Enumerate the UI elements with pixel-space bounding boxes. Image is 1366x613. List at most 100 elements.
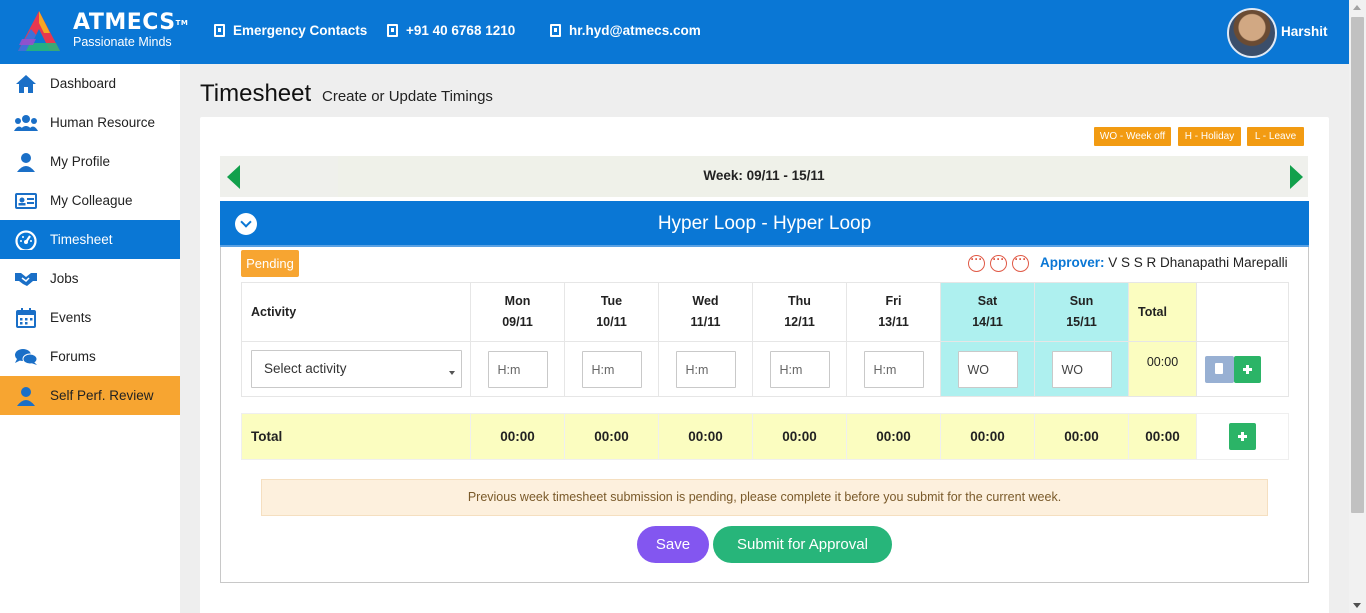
sidebar-item-label: Self Perf. Review [50, 388, 154, 403]
id-card-icon [14, 191, 38, 211]
activity-column-header: Activity [241, 282, 471, 342]
handshake-icon [14, 269, 38, 289]
sidebar-item-forums[interactable]: Forums [0, 337, 180, 376]
approval-step-icon[interactable] [968, 252, 985, 272]
pending-warning-alert: Previous week timesheet submission is pe… [261, 479, 1268, 516]
vertical-scrollbar[interactable] [1349, 0, 1366, 613]
activity-select-value: Select activity [264, 361, 347, 376]
sidebar-item-human-resource[interactable]: Human Resource [0, 103, 180, 142]
add-activity-button[interactable] [1229, 423, 1256, 450]
time-cell: H:m [846, 341, 941, 397]
project-title: Hyper Loop - Hyper Loop [657, 213, 872, 234]
calendar-icon [14, 307, 38, 328]
top-header: ATMECSTM Passionate Minds Emergency Cont… [0, 0, 1349, 64]
total-column-header: Total [1128, 282, 1197, 342]
actions-column-header [1196, 282, 1289, 342]
email-address: hr.hyd@atmecs.com [569, 23, 701, 38]
page-title: Timesheet [200, 80, 312, 107]
totals-row: Total 00:00 00:00 00:00 00:00 00:00 00:0… [241, 413, 1289, 460]
day-column-header: Fri 13/11 [846, 282, 941, 342]
sidebar-item-events[interactable]: Events [0, 298, 180, 337]
phone-contact[interactable]: +91 40 6768 1210 [387, 23, 515, 38]
sidebar-item-label: My Colleague [50, 193, 133, 208]
project-header[interactable]: Hyper Loop - Hyper Loop [220, 201, 1309, 245]
activity-select[interactable]: Select activity [251, 350, 462, 388]
timesheet-table: Activity Mon 09/11 Tue 10/11 Wed 11/11 Thu 1… [241, 282, 1289, 397]
add-row-button[interactable] [1234, 355, 1261, 383]
day-total: 00:00 [846, 413, 941, 460]
brand[interactable]: ATMECSTM Passionate Minds [73, 10, 188, 50]
time-input-fri[interactable]: H:m [863, 350, 924, 388]
contact-book-icon [387, 24, 398, 37]
approver-label: Approver: [1040, 255, 1105, 270]
day-column-header: Tue 10/11 [564, 282, 659, 342]
approver-info: Approver: V S S R Dhanapathi Marepalli [1040, 255, 1288, 270]
time-input-sat[interactable]: WO [957, 350, 1018, 388]
day-column-header-weekend: Sun 15/11 [1034, 282, 1129, 342]
day-total: 00:00 [658, 413, 753, 460]
day-column-header: Mon 09/11 [470, 282, 565, 342]
user-name[interactable]: Harshit [1281, 24, 1328, 39]
day-total: 00:00 [470, 413, 565, 460]
day-total: 00:00 [752, 413, 847, 460]
approver-name: V S S R Dhanapathi Marepalli [1108, 255, 1288, 270]
row-actions [1196, 341, 1289, 397]
email-contact[interactable]: hr.hyd@atmecs.com [550, 23, 701, 38]
phone-number: +91 40 6768 1210 [406, 23, 516, 38]
sidebar-item-label: Events [50, 310, 92, 325]
totals-actions [1196, 413, 1289, 460]
legend-leave: L - Leave [1247, 127, 1304, 146]
approval-step-icon[interactable] [990, 252, 1007, 272]
home-icon [14, 74, 38, 94]
time-cell: H:m [658, 341, 753, 397]
time-cell: H:m [470, 341, 565, 397]
grand-total: 00:00 [1128, 413, 1197, 460]
user-icon [14, 386, 38, 406]
user-icon [14, 152, 38, 172]
contact-book-icon [214, 24, 225, 37]
sidebar-item-label: Human Resource [50, 115, 156, 130]
time-input-wed[interactable]: H:m [675, 350, 736, 388]
day-total: 00:00 [564, 413, 659, 460]
time-input-tue[interactable]: H:m [581, 350, 642, 388]
time-cell: H:m [752, 341, 847, 397]
emergency-contacts-link[interactable]: Emergency Contacts [214, 23, 367, 38]
sidebar-item-label: Dashboard [50, 76, 117, 91]
page-subtitle: Create or Update Timings [322, 88, 493, 105]
contact-book-icon [550, 24, 561, 37]
sidebar-item-label: Timesheet [50, 232, 113, 247]
time-input-sun[interactable]: WO [1051, 350, 1112, 388]
sidebar-item-label: My Profile [50, 154, 111, 169]
day-total: 00:00 [940, 413, 1035, 460]
sidebar: Dashboard Human Resource My Profile My C… [0, 64, 180, 613]
save-button[interactable]: Save [637, 526, 709, 563]
time-input-mon[interactable]: H:m [487, 350, 548, 388]
dropdown-caret-icon [449, 371, 455, 375]
scroll-up-arrow-icon[interactable] [1353, 5, 1361, 10]
comments-icon [14, 347, 38, 367]
sidebar-item-jobs[interactable]: Jobs [0, 259, 180, 298]
sidebar-item-label: Forums [50, 349, 96, 364]
divider [220, 245, 1309, 247]
users-icon [14, 113, 38, 133]
sidebar-item-my-profile[interactable]: My Profile [0, 142, 180, 181]
user-avatar[interactable] [1227, 8, 1277, 58]
day-total: 00:00 [1034, 413, 1129, 460]
notes-document-button[interactable] [1205, 355, 1234, 383]
scrollbar-thumb[interactable] [1351, 17, 1364, 513]
sidebar-item-self-perf-review[interactable]: Self Perf. Review [0, 376, 180, 415]
atmecs-logo-icon[interactable] [16, 9, 62, 55]
brand-name: ATMECS [73, 10, 176, 35]
time-cell-weekend: WO [1034, 341, 1129, 397]
status-badge: Pending [241, 250, 299, 277]
sidebar-item-timesheet[interactable]: Timesheet [0, 220, 180, 259]
legend-week-off: WO - Week off [1094, 127, 1171, 146]
time-input-thu[interactable]: H:m [769, 350, 830, 388]
sidebar-item-dashboard[interactable]: Dashboard [0, 64, 180, 103]
scroll-down-arrow-icon[interactable] [1353, 603, 1361, 608]
day-column-header: Thu 12/11 [752, 282, 847, 342]
submit-for-approval-button[interactable]: Submit for Approval [713, 526, 892, 563]
approval-step-icon[interactable] [1012, 252, 1029, 272]
sidebar-item-my-colleague[interactable]: My Colleague [0, 181, 180, 220]
row-total: 00:00 [1128, 341, 1197, 397]
